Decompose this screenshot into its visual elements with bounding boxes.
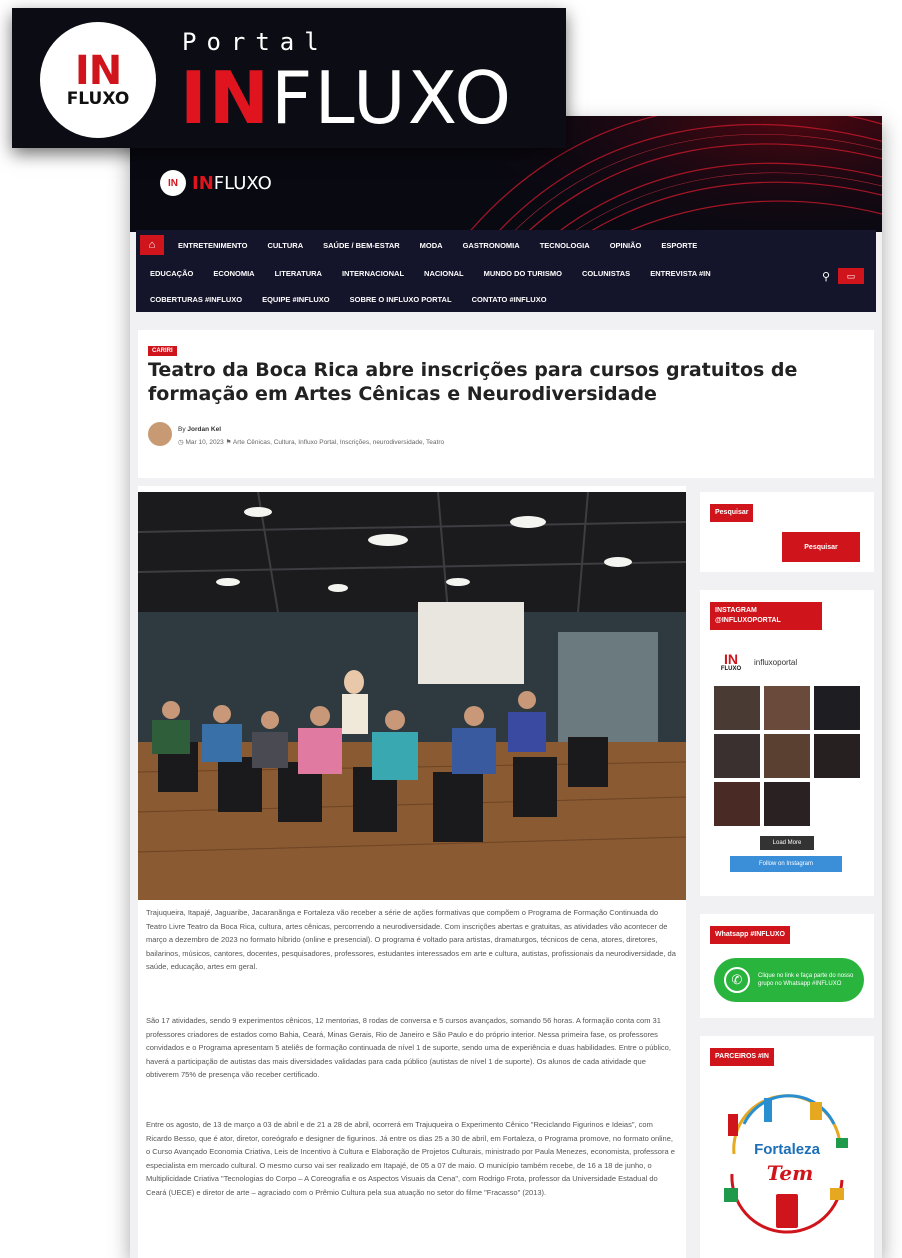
article-title: Teatro da Boca Rica abre inscrições para… xyxy=(148,359,798,405)
ad-tem-text: Tem xyxy=(767,1161,813,1185)
nav-item-esporte[interactable]: ESPORTE xyxy=(661,241,697,250)
whatsapp-button[interactable]: ✆ Clique no link e faça parte do nosso g… xyxy=(714,958,864,1002)
whatsapp-widget: Whatsapp #INFLUXO ✆ Clique no link e faç… xyxy=(700,914,874,1018)
nav-item-contato[interactable]: CONTATO #INFLUXO xyxy=(472,295,547,304)
clock-icon: ◷ xyxy=(178,439,184,446)
nav-item-sobre[interactable]: SOBRE O INFLUXO PORTAL xyxy=(350,295,452,304)
instagram-post[interactable] xyxy=(814,734,860,778)
nav-item-saude[interactable]: SAÚDE / BEM-ESTAR xyxy=(323,241,400,250)
article-paragraph-3: Entre os agosto, de 13 de março a 03 de … xyxy=(146,1120,675,1197)
website-screenshot: IN INFLUXO ⌂ ENTRETENIMENTO CULTURA SAÚD… xyxy=(130,116,882,1258)
nav-item-coberturas[interactable]: COBERTURAS #INFLUXO xyxy=(150,295,242,304)
nav-item-economia[interactable]: ECONOMIA xyxy=(213,269,254,278)
logo-portal-text: Portal xyxy=(182,28,329,56)
nav-item-entretenimento[interactable]: ENTRETENIMENTO xyxy=(178,241,247,250)
site-logo-circle: IN xyxy=(160,170,186,196)
instagram-avatar[interactable]: IN FLUXO xyxy=(716,652,746,672)
logo-circle: IN FLUXO xyxy=(40,22,156,138)
author-name[interactable]: Jordan Kel xyxy=(187,426,221,433)
nav-item-entrevista[interactable]: ENTREVISTA #IN xyxy=(650,269,710,278)
nav-row-2: EDUCAÇÃO ECONOMIA LITERATURA INTERNACION… xyxy=(150,260,731,286)
instagram-post[interactable] xyxy=(714,686,760,730)
nav-item-equipe[interactable]: EQUIPE #INFLUXO xyxy=(262,295,330,304)
logo-in-text: IN xyxy=(74,48,122,94)
instagram-avatar-in: IN xyxy=(724,651,738,667)
whatsapp-widget-title: Whatsapp #INFLUXO xyxy=(710,926,791,944)
ad-fortaleza-text: Fortaleza xyxy=(754,1141,821,1158)
site-logo-text: INFLUXO xyxy=(192,173,272,194)
site-logo-fluxo: FLUXO xyxy=(213,172,272,194)
nav-item-cultura[interactable]: CULTURA xyxy=(267,241,303,250)
nav-item-moda[interactable]: MODA xyxy=(420,241,443,250)
follow-instagram-button[interactable]: Follow on Instagram xyxy=(730,856,842,872)
wordmark-in: IN xyxy=(180,56,272,140)
logo-wordmark: INFLUXO xyxy=(180,58,513,138)
article-meta: ◷ Mar 10, 2023 ⚑ Arte Cênicas, Cultura, … xyxy=(178,438,444,446)
instagram-post[interactable] xyxy=(714,782,760,826)
article-paragraph-1: Trajuqueira, Itapajé, Jaguaribe, Jacaran… xyxy=(146,908,676,971)
nav-item-opiniao[interactable]: OPINIÃO xyxy=(610,241,642,250)
site-logo-in: IN xyxy=(192,172,214,194)
wordmark-fluxo: FLUXO xyxy=(271,56,514,140)
article-header: CARIRI Teatro da Boca Rica abre inscriçõ… xyxy=(138,330,874,478)
nav-item-educacao[interactable]: EDUCAÇÃO xyxy=(150,269,193,278)
search-icon[interactable]: ⚲ xyxy=(822,270,830,283)
main-nav: ⌂ ENTRETENIMENTO CULTURA SAÚDE / BEM-EST… xyxy=(136,230,876,312)
article-content: Trajuqueira, Itapajé, Jaguaribe, Jacaran… xyxy=(138,486,686,1258)
logo-fluxo-text: FLUXO xyxy=(66,89,130,109)
partners-widget: PARCEIROS #IN Fortaleza Tem xyxy=(700,1036,874,1258)
nav-item-colunistas[interactable]: COLUNISTAS xyxy=(582,269,630,278)
article-photo xyxy=(138,492,686,900)
instagram-post[interactable] xyxy=(814,686,860,730)
nav-row-1: ⌂ ENTRETENIMENTO CULTURA SAÚDE / BEM-EST… xyxy=(136,232,717,258)
whatsapp-icon: ✆ xyxy=(724,967,750,993)
subscribe-icon[interactable]: ▭ xyxy=(838,268,864,284)
search-widget: Pesquisar Pesquisar xyxy=(700,492,874,572)
article-tags[interactable]: Arte Cênicas, Cultura, Influxo Portal, I… xyxy=(233,439,444,446)
instagram-widget-title: INSTAGRAM @INFLUXOPORTAL xyxy=(710,602,822,630)
home-icon[interactable]: ⌂ xyxy=(140,235,164,255)
instagram-widget: INSTAGRAM @INFLUXOPORTAL IN FLUXO influx… xyxy=(700,590,874,896)
instagram-post[interactable] xyxy=(764,686,810,730)
page-canvas: IN FLUXO Portal INFLUXO IN INFLUXO ⌂ ENT… xyxy=(0,0,902,1258)
influxo-logo-badge: IN FLUXO Portal INFLUXO xyxy=(12,8,566,148)
author-avatar[interactable] xyxy=(148,422,172,446)
search-widget-title: Pesquisar xyxy=(710,504,754,522)
article-date: Mar 10, 2023 xyxy=(185,439,224,446)
nav-item-internacional[interactable]: INTERNACIONAL xyxy=(342,269,404,278)
fortaleza-tem-ad[interactable]: Fortaleza Tem xyxy=(714,1084,860,1234)
nav-item-gastronomia[interactable]: GASTRONOMIA xyxy=(463,241,520,250)
whatsapp-text: Clique no link e faça parte do nosso gru… xyxy=(758,973,854,987)
tag-icon: ⚑ xyxy=(225,439,232,446)
nav-item-literatura[interactable]: LITERATURA xyxy=(275,269,322,278)
instagram-grid xyxy=(714,686,860,826)
nav-item-mundo-turismo[interactable]: MUNDO DO TURISMO xyxy=(484,269,562,278)
article-paragraph-2: São 17 atividades, sendo 9 experimentos … xyxy=(146,1016,671,1079)
category-badge[interactable]: CARIRI xyxy=(148,346,177,356)
partners-widget-title: PARCEIROS #IN xyxy=(710,1048,774,1066)
site-logo[interactable]: IN INFLUXO xyxy=(160,170,272,196)
instagram-post[interactable] xyxy=(764,734,810,778)
nav-item-nacional[interactable]: NACIONAL xyxy=(424,269,464,278)
instagram-post[interactable] xyxy=(714,734,760,778)
instagram-handle[interactable]: influxoportal xyxy=(754,658,797,667)
nav-row-3: COBERTURAS #INFLUXO EQUIPE #INFLUXO SOBR… xyxy=(150,286,567,312)
instagram-post[interactable] xyxy=(764,782,810,826)
byline: By Jordan Kel xyxy=(178,426,221,433)
load-more-button[interactable]: Load More xyxy=(760,836,814,850)
search-button[interactable]: Pesquisar xyxy=(782,532,860,562)
nav-item-tecnologia[interactable]: TECNOLOGIA xyxy=(540,241,590,250)
instagram-avatar-fluxo: FLUXO xyxy=(720,666,742,672)
